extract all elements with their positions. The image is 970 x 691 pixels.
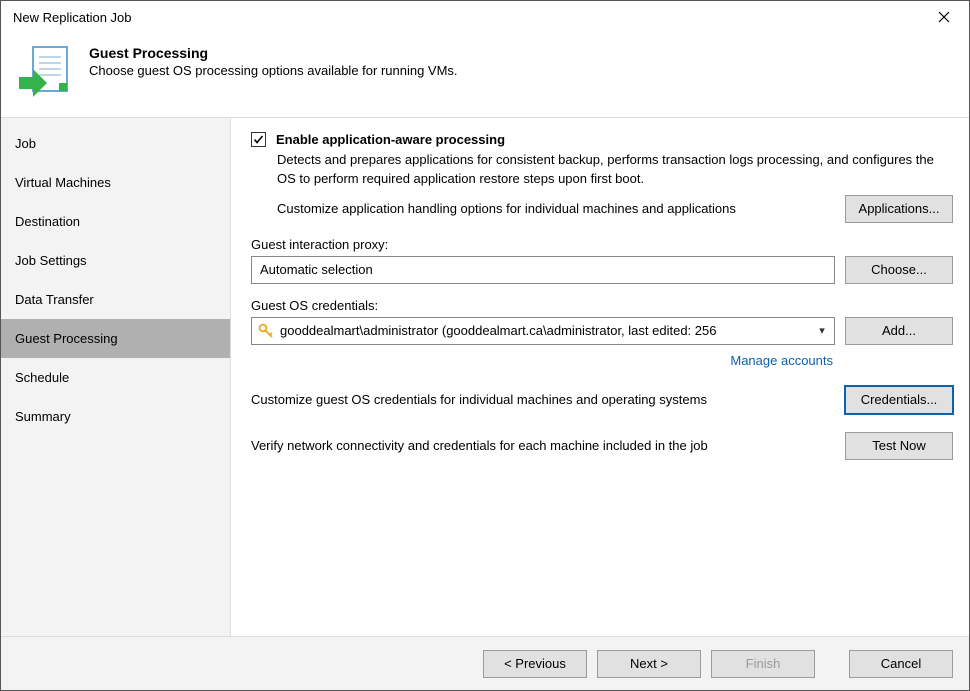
sidebar-item-job-settings[interactable]: Job Settings [1, 241, 230, 280]
verify-row: Verify network connectivity and credenti… [251, 432, 953, 460]
sidebar-item-job[interactable]: Job [1, 124, 230, 163]
window-title: New Replication Job [13, 10, 132, 25]
previous-button[interactable]: < Previous [483, 650, 587, 678]
sidebar-item-label: Summary [15, 409, 71, 424]
key-icon [258, 323, 274, 339]
test-now-button[interactable]: Test Now [845, 432, 953, 460]
sidebar-item-summary[interactable]: Summary [1, 397, 230, 436]
sidebar-item-destination[interactable]: Destination [1, 202, 230, 241]
dialog-window: New Replication Job Guest Processing Cho… [0, 0, 970, 691]
sidebar-item-label: Data Transfer [15, 292, 94, 307]
enable-aap-label: Enable application-aware processing [276, 132, 505, 147]
add-creds-button[interactable]: Add... [845, 317, 953, 345]
check-icon [253, 134, 264, 145]
proxy-label: Guest interaction proxy: [251, 237, 953, 252]
creds-select[interactable]: gooddealmart\administrator (gooddealmart… [251, 317, 835, 345]
cancel-button[interactable]: Cancel [849, 650, 953, 678]
proxy-value: Automatic selection [260, 262, 373, 277]
sidebar-item-label: Job Settings [15, 253, 87, 268]
customize-apps-text: Customize application handling options f… [277, 201, 835, 216]
proxy-row: Automatic selection Choose... [251, 256, 953, 284]
sidebar: Job Virtual Machines Destination Job Set… [1, 118, 231, 636]
manage-accounts-link[interactable]: Manage accounts [251, 353, 833, 368]
proxy-input[interactable]: Automatic selection [251, 256, 835, 284]
close-icon [938, 11, 950, 23]
header-text: Guest Processing Choose guest OS process… [89, 45, 458, 78]
customize-creds-row: Customize guest OS credentials for indiv… [251, 386, 953, 414]
close-button[interactable] [923, 3, 965, 31]
creds-label: Guest OS credentials: [251, 298, 953, 313]
enable-aap-row: Enable application-aware processing [251, 132, 953, 147]
customize-creds-text: Customize guest OS credentials for indiv… [251, 392, 833, 407]
chevron-down-icon: ▾ [814, 324, 830, 337]
sidebar-item-label: Job [15, 136, 36, 151]
main-panel: Enable application-aware processing Dete… [231, 118, 969, 636]
guest-processing-icon [19, 45, 69, 101]
finish-button[interactable]: Finish [711, 650, 815, 678]
enable-aap-description: Detects and prepares applications for co… [277, 151, 953, 189]
sidebar-item-virtual-machines[interactable]: Virtual Machines [1, 163, 230, 202]
choose-proxy-button[interactable]: Choose... [845, 256, 953, 284]
creds-value: gooddealmart\administrator (gooddealmart… [280, 323, 808, 338]
footer: < Previous Next > Finish Cancel [1, 636, 969, 690]
page-title: Guest Processing [89, 45, 458, 61]
credentials-button[interactable]: Credentials... [845, 386, 953, 414]
sidebar-item-label: Virtual Machines [15, 175, 111, 190]
sidebar-item-label: Guest Processing [15, 331, 118, 346]
applications-button[interactable]: Applications... [845, 195, 953, 223]
sidebar-item-label: Schedule [15, 370, 69, 385]
verify-text: Verify network connectivity and credenti… [251, 438, 833, 453]
sidebar-item-guest-processing[interactable]: Guest Processing [1, 319, 230, 358]
sidebar-item-data-transfer[interactable]: Data Transfer [1, 280, 230, 319]
header: Guest Processing Choose guest OS process… [1, 33, 969, 117]
sidebar-item-schedule[interactable]: Schedule [1, 358, 230, 397]
page-subtitle: Choose guest OS processing options avail… [89, 63, 458, 78]
creds-row: gooddealmart\administrator (gooddealmart… [251, 317, 953, 345]
body: Job Virtual Machines Destination Job Set… [1, 117, 969, 636]
enable-aap-checkbox[interactable] [251, 132, 266, 147]
titlebar: New Replication Job [1, 1, 969, 33]
customize-apps-row: Customize application handling options f… [277, 195, 953, 223]
next-button[interactable]: Next > [597, 650, 701, 678]
sidebar-item-label: Destination [15, 214, 80, 229]
